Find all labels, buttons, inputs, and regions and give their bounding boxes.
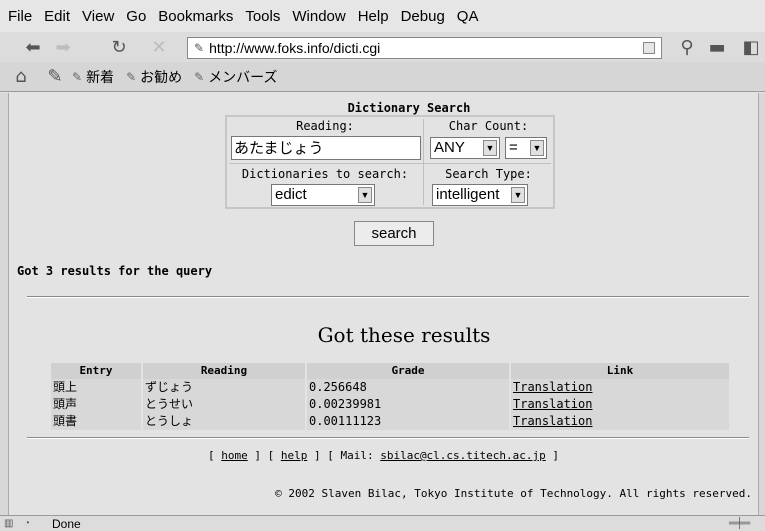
menu-qa[interactable]: QA: [457, 8, 479, 25]
search-type-select[interactable]: intelligent ▼: [432, 184, 528, 206]
menu-view[interactable]: View: [82, 8, 114, 25]
bookmark-icon: ✎: [72, 69, 83, 84]
dictionaries-select[interactable]: edict ▼: [271, 184, 375, 206]
left-frame-edge: [0, 93, 9, 515]
table-row: 頭書 とうしょ 0.00111123 Translation: [51, 413, 731, 430]
charcount-operator-select[interactable]: = ▼: [505, 137, 547, 159]
page-title: Dictionary Search: [347, 101, 471, 115]
grade-cell: 0.00239981: [307, 396, 509, 413]
link-cell: Translation: [511, 396, 729, 413]
menu-debug[interactable]: Debug: [401, 8, 445, 25]
component-bar-icon[interactable]: ▥: [4, 518, 20, 530]
footer-links: [ home ] [ help ] [ Mail: sbilac@cl.cs.t…: [207, 449, 560, 462]
bookmark-new[interactable]: ✎ 新着: [72, 67, 114, 87]
results-heading: Got these results: [317, 323, 491, 347]
bookmark-recommended[interactable]: ✎ お勧め: [126, 67, 182, 87]
results-table: Entry Reading Grade Link 頭上 ずじょう 0.25664…: [51, 363, 731, 430]
print-icon[interactable]: ▬: [706, 36, 728, 58]
help-link[interactable]: help: [281, 449, 308, 462]
page-icon: ✎: [194, 41, 205, 55]
divider: [27, 437, 749, 439]
mail-label: Mail:: [340, 449, 374, 462]
menu-go[interactable]: Go: [126, 8, 146, 25]
bookmarks-icon[interactable]: ✎: [44, 66, 66, 88]
status-bar: ▥ ◔ Done ═╪═: [0, 515, 765, 531]
translation-link[interactable]: Translation: [513, 397, 592, 411]
copyright-text: © 2002 Slaven Bilac, Tokyo Institute of …: [275, 487, 752, 500]
divider: [27, 296, 749, 298]
menu-tools[interactable]: Tools: [245, 8, 280, 25]
mail-link[interactable]: sbilac@cl.cs.titech.ac.jp: [380, 449, 546, 462]
throbber-icon: ◧: [742, 36, 760, 58]
right-scrollbar[interactable]: [758, 93, 765, 515]
grade-cell: 0.256648: [307, 379, 509, 396]
back-icon[interactable]: ⬅: [22, 36, 44, 58]
reading-cell: とうせい: [143, 396, 305, 413]
grade-cell: 0.00111123: [307, 413, 509, 430]
entry-cell: 頭書: [51, 413, 141, 430]
menu-bar: File Edit View Go Bookmarks Tools Window…: [0, 0, 765, 32]
search-icon[interactable]: ⚲: [676, 36, 698, 58]
search-type-label: Search Type:: [445, 167, 532, 181]
reading-cell: ずじょう: [143, 379, 305, 396]
translation-link[interactable]: Translation: [513, 414, 592, 428]
address-bar[interactable]: ✎ http://www.foks.info/dicti.cgi: [187, 37, 662, 59]
link-cell: Translation: [511, 413, 729, 430]
reading-input[interactable]: あたまじょう: [231, 136, 421, 160]
reload-icon[interactable]: ↻: [108, 36, 130, 58]
status-text: Done: [52, 516, 81, 531]
column-header: Entry: [51, 363, 141, 379]
link-cell: Translation: [511, 379, 729, 396]
menu-help[interactable]: Help: [358, 8, 389, 25]
stop-icon[interactable]: ✕: [148, 36, 170, 58]
column-header: Reading: [143, 363, 305, 379]
navigation-toolbar: ⬅ ➡ ↻ ✕ ✎ http://www.foks.info/dicti.cgi…: [0, 32, 765, 62]
entry-cell: 頭声: [51, 396, 141, 413]
charcount-label: Char Count:: [448, 119, 529, 133]
home-link[interactable]: home: [221, 449, 248, 462]
menu-file[interactable]: File: [8, 8, 32, 25]
bookmark-icon: ✎: [194, 69, 205, 84]
url-text: http://www.foks.info/dicti.cgi: [209, 40, 381, 56]
table-header: Entry Reading Grade Link: [51, 363, 731, 379]
chevron-down-icon: ▼: [358, 187, 372, 203]
bookmark-members[interactable]: ✎ メンバーズ: [194, 67, 277, 87]
charcount-select[interactable]: ANY ▼: [430, 137, 500, 159]
translation-link[interactable]: Translation: [513, 380, 592, 394]
chevron-down-icon: ▼: [530, 140, 544, 156]
security-icon: ◔: [24, 517, 31, 529]
reading-label: Reading:: [296, 119, 354, 133]
search-button[interactable]: search: [354, 221, 434, 246]
page-content: Dictionary Search Reading: あたまじょう Char C…: [9, 93, 758, 515]
menu-window[interactable]: Window: [292, 8, 345, 25]
chevron-down-icon: ▼: [483, 140, 497, 156]
table-row: 頭上 ずじょう 0.256648 Translation: [51, 379, 731, 396]
menu-edit[interactable]: Edit: [44, 8, 70, 25]
dictionaries-label: Dictionaries to search:: [241, 167, 409, 181]
personal-toolbar: ⌂ ✎ ✎ 新着 ✎ お勧め ✎ メンバーズ: [0, 62, 765, 92]
progress-icon: ═╪═: [729, 518, 751, 529]
table-row: 頭声 とうせい 0.00239981 Translation: [51, 396, 731, 413]
go-button[interactable]: [643, 42, 655, 54]
column-header: Link: [511, 363, 729, 379]
reading-cell: とうしょ: [143, 413, 305, 430]
menu-bookmarks[interactable]: Bookmarks: [158, 8, 233, 25]
result-count-text: Got 3 results for the query: [17, 264, 213, 278]
forward-icon[interactable]: ➡: [52, 36, 74, 58]
home-icon[interactable]: ⌂: [10, 66, 32, 88]
column-header: Grade: [307, 363, 509, 379]
divider: [229, 163, 551, 164]
bookmark-icon: ✎: [126, 69, 137, 84]
search-form: Reading: あたまじょう Char Count: ANY ▼ = ▼ Di…: [225, 115, 555, 209]
entry-cell: 頭上: [51, 379, 141, 396]
chevron-down-icon: ▼: [511, 187, 525, 203]
